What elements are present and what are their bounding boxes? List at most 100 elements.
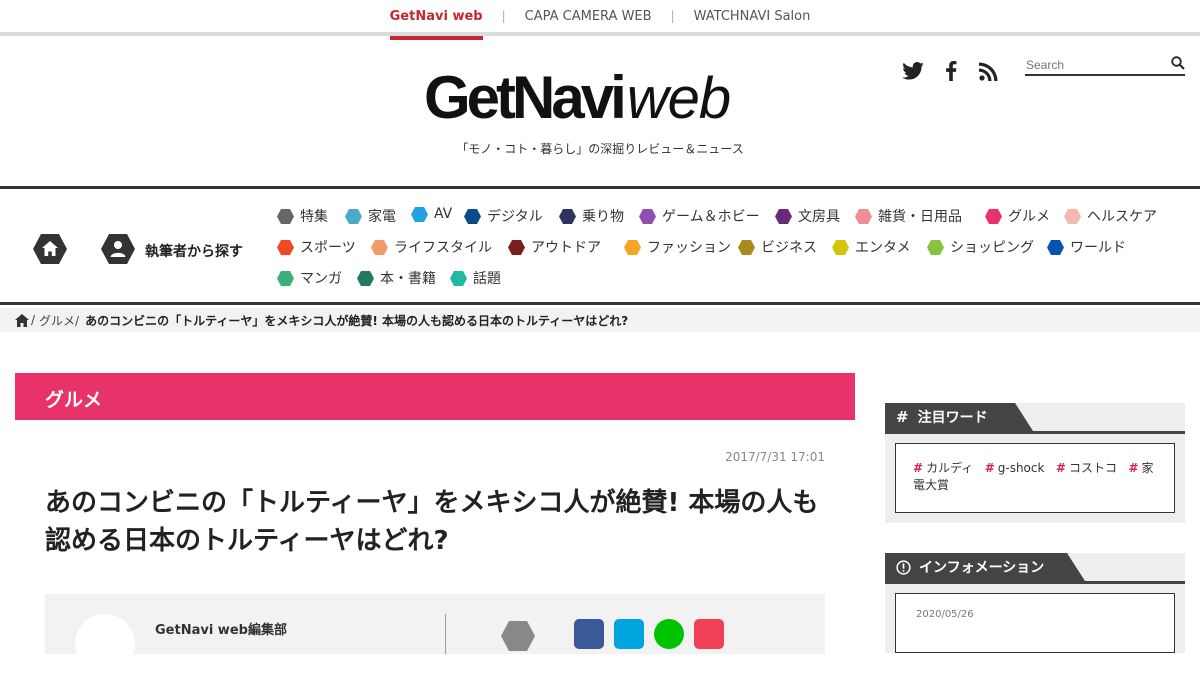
logo-strong: GetNavi — [424, 64, 627, 131]
category-label: エンタメ — [855, 240, 911, 256]
search-icon[interactable] — [1171, 55, 1185, 74]
category-label: 文房具 — [798, 209, 840, 225]
logo-light: web — [626, 66, 731, 131]
info-date: 2020/05/26 — [916, 609, 974, 620]
home-button[interactable] — [33, 234, 67, 264]
category-item[interactable]: マンガ — [277, 268, 342, 288]
keywords-header: # 注目ワード — [885, 403, 1033, 431]
category-hex-icon — [985, 208, 1002, 224]
site-tagline: 「モノ・コト・暮らし」の深掘りレビュー＆ニュース — [456, 142, 744, 156]
network-separator: | — [501, 9, 506, 23]
keyword-item[interactable]: # コストコ — [1056, 461, 1117, 475]
keyword-item[interactable]: # カルディ — [913, 461, 973, 475]
info-icon — [896, 559, 911, 575]
author-box: GetNavi web編集部 — [45, 594, 825, 674]
category-hex-icon — [775, 208, 792, 224]
category-hex-icon — [639, 208, 656, 224]
info-title: インフォメーション — [919, 560, 1045, 576]
category-label: ショッピング — [950, 240, 1034, 256]
keywords-widget: # 注目ワード # カルディ # g-shock # コストコ # 家電大賞 — [885, 403, 1185, 523]
home-icon[interactable] — [15, 313, 29, 327]
avatar[interactable] — [75, 614, 135, 674]
category-label: グルメ — [1008, 209, 1050, 225]
category-hex-icon — [1047, 239, 1064, 255]
category-hex-icon — [277, 270, 294, 286]
info-box: 2020/05/26 — [895, 593, 1175, 653]
category-label: スポーツ — [300, 240, 356, 256]
category-hex-icon — [277, 239, 294, 255]
category-hex-icon — [371, 239, 388, 255]
category-item[interactable]: 乗り物 — [559, 206, 624, 226]
site-logo[interactable]: GetNavi web — [424, 64, 731, 131]
info-widget: インフォメーション 2020/05/26 — [885, 553, 1185, 653]
breadcrumb: / グルメ/ あのコンビニの「トルティーヤ」をメキシコ人が絶賛! 本場の人も認め… — [0, 308, 1200, 332]
category-hex-icon — [508, 239, 525, 255]
category-banner-label[interactable]: グルメ — [45, 385, 102, 412]
user-icon — [114, 241, 122, 249]
category-item[interactable]: デジタル — [464, 206, 543, 226]
category-nav: 執筆者から探す 特集 家電 AV デジタル 乗り物 ゲーム＆ホビー 文房具 雑貨・日用品 グルメ… — [0, 186, 1200, 305]
network-separator: | — [670, 9, 675, 23]
article-title: あのコンビニの「トルティーヤ」をメキシコ人が絶賛! 本場の人も認める日本のトルテ… — [45, 488, 819, 556]
category-item[interactable]: スポーツ — [277, 237, 356, 257]
category-item[interactable]: エンタメ — [832, 237, 911, 257]
category-item[interactable]: 特集 — [277, 206, 328, 226]
category-label: ワールド — [1070, 240, 1126, 256]
category-label: AV — [434, 206, 453, 222]
facebook-share-icon[interactable] — [574, 619, 604, 649]
search-input[interactable] — [1025, 55, 1165, 75]
hatena-share-icon[interactable] — [614, 619, 644, 649]
keyword-item[interactable]: # g-shock — [985, 461, 1045, 475]
category-item[interactable]: グルメ — [985, 206, 1050, 226]
category-hex-icon — [855, 208, 872, 224]
keywords-box: # カルディ # g-shock # コストコ # 家電大賞 — [895, 443, 1175, 513]
share-hex-icon — [501, 621, 535, 651]
category-hex-icon — [927, 239, 944, 255]
category-item[interactable]: 話題 — [450, 268, 501, 288]
category-label: 特集 — [300, 209, 328, 225]
article-date: 2017/7/31 17:01 — [725, 450, 825, 464]
category-item[interactable]: ヘルスケア — [1064, 206, 1157, 226]
category-item[interactable]: 文房具 — [775, 206, 840, 226]
category-item[interactable]: ゲーム＆ホビー — [639, 206, 760, 226]
category-item[interactable]: 雑貨・日用品 — [855, 206, 962, 226]
author-search-button[interactable] — [101, 234, 135, 264]
social-links — [902, 60, 1000, 82]
network-link-watchnavi[interactable]: WATCHNAVI Salon — [694, 0, 811, 40]
category-hex-icon — [624, 239, 641, 255]
pocket-share-icon[interactable] — [694, 619, 724, 649]
category-item[interactable]: ライフスタイル — [371, 237, 492, 257]
category-label: ヘルスケア — [1087, 209, 1157, 225]
category-hex-icon — [738, 239, 755, 255]
network-link-getnavi[interactable]: GetNavi web — [389, 0, 483, 40]
keywords-rule — [885, 431, 1185, 434]
twitter-icon[interactable] — [902, 60, 924, 82]
category-hex-icon — [1064, 208, 1081, 224]
category-hex-icon — [450, 270, 467, 286]
network-link-capa[interactable]: CAPA CAMERA WEB — [525, 0, 652, 40]
line-share-icon[interactable] — [654, 619, 684, 649]
author-search-label[interactable]: 執筆者から探す — [145, 241, 243, 261]
category-label: ゲーム＆ホビー — [662, 209, 760, 225]
author-name[interactable]: GetNavi web編集部 — [155, 619, 287, 638]
keyword-list: # カルディ # g-shock # コストコ # 家電大賞 — [896, 444, 1174, 494]
info-header: インフォメーション — [885, 553, 1085, 581]
category-item[interactable]: 家電 — [345, 206, 396, 226]
category-hex-icon — [357, 270, 374, 286]
keywords-title: 注目ワード — [917, 410, 988, 426]
category-item[interactable]: ショッピング — [927, 237, 1034, 257]
category-item[interactable]: ファッション — [624, 237, 731, 257]
category-label: ファッション — [647, 240, 731, 256]
category-item[interactable]: ワールド — [1047, 237, 1126, 257]
category-item[interactable]: ビジネス — [738, 237, 817, 257]
category-item[interactable]: AV — [411, 206, 452, 222]
facebook-icon[interactable] — [940, 60, 962, 82]
hash-icon: # — [896, 408, 909, 426]
site-header: GetNavi web 「モノ・コト・暮らし」の深掘りレビュー＆ニュース — [0, 40, 1200, 186]
rss-icon[interactable] — [978, 60, 1000, 82]
search-box — [1025, 54, 1185, 76]
category-item[interactable]: 本・書籍 — [357, 268, 436, 288]
category-item[interactable]: アウトドア — [508, 237, 601, 257]
category-hex-icon — [559, 208, 576, 224]
breadcrumb-category[interactable]: グルメ/ — [39, 312, 79, 329]
